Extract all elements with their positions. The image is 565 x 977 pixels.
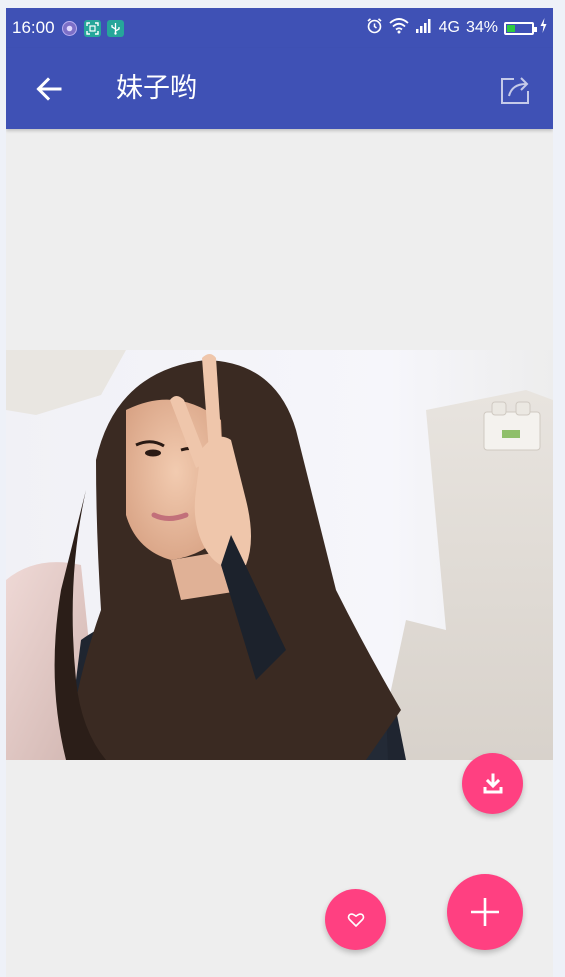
battery-cap [534, 26, 537, 32]
arrow-left-icon [36, 77, 62, 101]
status-right: 4G 34% [366, 8, 547, 48]
app-screen: 16:00 4G 34% 妹子哟 [6, 8, 553, 977]
network-type: 4G [438, 19, 460, 36]
battery-percent: 34% [465, 19, 498, 36]
selfie-photo[interactable] [6, 350, 553, 760]
download-button[interactable] [462, 753, 523, 814]
alarm-icon [366, 17, 383, 39]
battery-icon [504, 21, 537, 35]
share-icon [501, 77, 529, 104]
location-icon [61, 20, 78, 37]
download-icon [483, 773, 502, 793]
battery-level-fill [507, 24, 515, 32]
toolbar: 妹子哟 [6, 48, 553, 129]
back-button[interactable] [28, 68, 70, 110]
page-title: 妹子哟 [116, 73, 197, 103]
status-time: 16:00 [12, 18, 55, 37]
charging-icon [540, 18, 547, 38]
screen-edge [553, 0, 565, 977]
add-button[interactable] [447, 874, 523, 950]
heart-icon [347, 912, 364, 927]
wifi-icon [389, 17, 409, 39]
like-button[interactable] [325, 889, 386, 950]
photo-image [6, 350, 553, 760]
status-bar: 16:00 4G 34% [6, 8, 553, 48]
screenshot-icon [83, 19, 101, 37]
usb-icon [106, 19, 124, 37]
plus-icon [471, 898, 499, 926]
status-left: 16:00 [12, 8, 124, 48]
signal-icon [415, 18, 433, 39]
share-button[interactable] [495, 68, 537, 110]
